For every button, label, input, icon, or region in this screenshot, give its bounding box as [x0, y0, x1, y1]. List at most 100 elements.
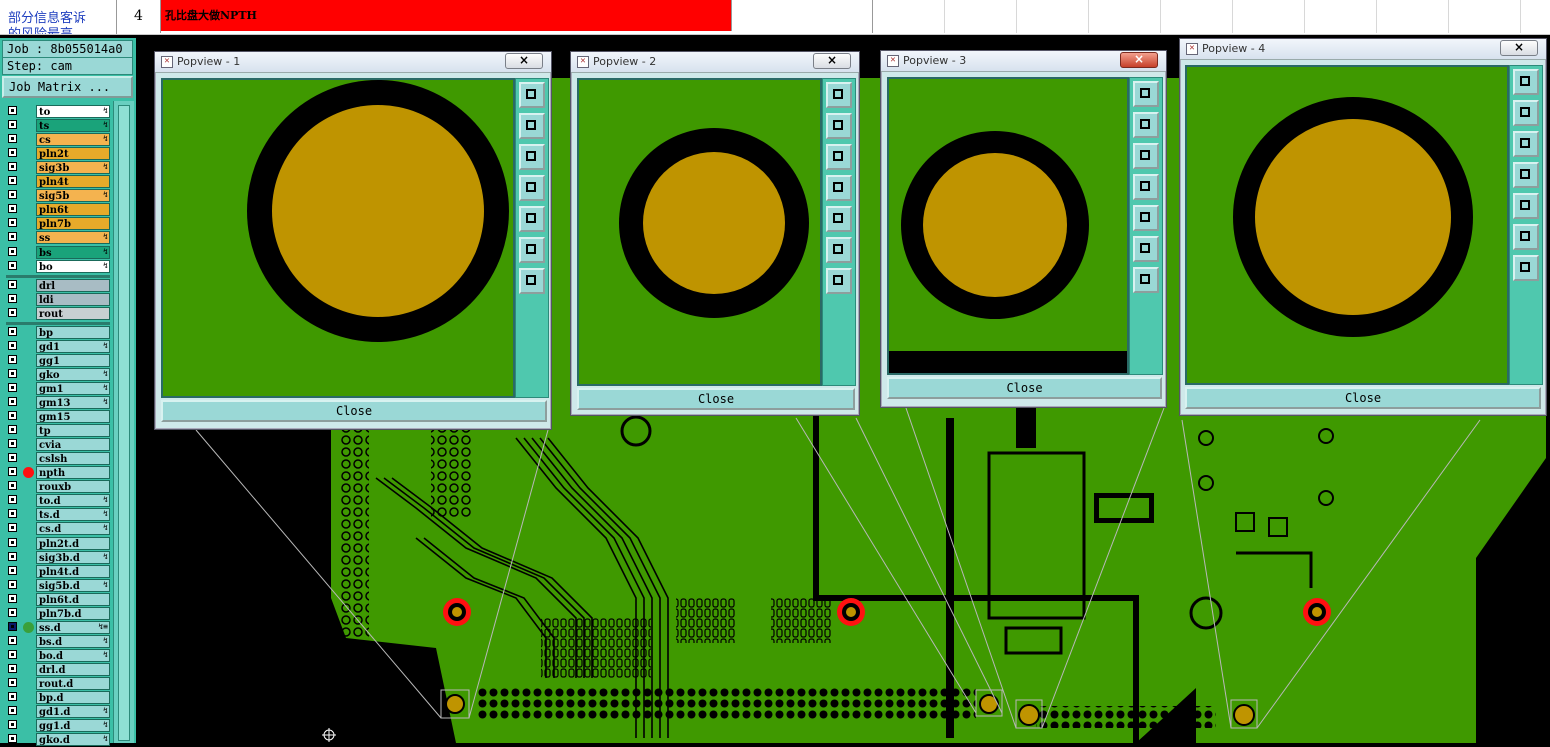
layer-checkbox[interactable]: [8, 354, 17, 364]
layer-row-pln7b-d[interactable]: pln7b.d: [6, 606, 110, 620]
zoom-in-icon[interactable]: [519, 237, 545, 263]
scrollbar-track[interactable]: [118, 105, 130, 741]
layer-row-cvia[interactable]: cvia: [6, 438, 110, 452]
layer-row-pln6t-d[interactable]: pln6t.d: [6, 592, 110, 606]
popview-3-titlebar[interactable]: ✕ Popview - 3 ×: [881, 51, 1166, 72]
zoom-out-icon[interactable]: [1513, 255, 1539, 281]
layer-row-ss-d[interactable]: ss.d ↯≡: [6, 620, 110, 634]
popview-1-titlebar[interactable]: ✕ Popview - 1 ×: [155, 52, 551, 73]
zoom-fit-icon[interactable]: [1133, 81, 1159, 107]
layer-checkbox[interactable]: [8, 720, 17, 730]
popview-1-close-x-button[interactable]: ×: [505, 53, 543, 69]
pan-up-icon[interactable]: [519, 113, 545, 139]
layer-checkbox[interactable]: [8, 293, 17, 303]
layer-row-gko[interactable]: gko ↯: [6, 367, 110, 381]
layer-checkbox[interactable]: [8, 326, 17, 336]
layer-row-bs-d[interactable]: bs.d ↯: [6, 634, 110, 648]
sheet-cell-blank[interactable]: [733, 0, 873, 33]
layer-checkbox[interactable]: [8, 551, 17, 561]
layer-checkbox[interactable]: [8, 260, 17, 270]
layer-row-rout-d[interactable]: rout.d: [6, 677, 110, 690]
layer-checkbox[interactable]: [8, 734, 17, 744]
layer-row-sig3b[interactable]: sig3b ↯: [6, 161, 110, 175]
layer-scrollbar[interactable]: [113, 101, 134, 743]
zoom-fit-icon[interactable]: [1513, 69, 1539, 95]
layer-checkbox[interactable]: [8, 279, 17, 289]
layer-row-ss[interactable]: ss ↯: [6, 231, 110, 245]
sheet-cell-note[interactable]: 部分信息客诉 的风险最高: [0, 0, 117, 34]
layer-row-gd1-d[interactable]: gd1.d ↯: [6, 705, 110, 719]
pan-left-icon[interactable]: [826, 175, 852, 201]
layer-checkbox[interactable]: [8, 120, 17, 130]
layer-row-cslsh[interactable]: cslsh: [6, 452, 110, 466]
pan-up-icon[interactable]: [1513, 100, 1539, 126]
layer-row-to-d[interactable]: to.d ↯: [6, 494, 110, 508]
layer-row-pln4t[interactable]: pln4t: [6, 175, 110, 189]
zoom-in-icon[interactable]: [826, 237, 852, 263]
popview-4-close-button[interactable]: Close: [1185, 387, 1541, 409]
layer-checkbox[interactable]: [8, 453, 17, 463]
layer-checkbox[interactable]: [8, 307, 17, 317]
zoom-fit-icon[interactable]: [519, 82, 545, 108]
layer-checkbox[interactable]: [8, 495, 17, 505]
layer-checkbox[interactable]: [8, 204, 17, 214]
layer-row-pln2t[interactable]: pln2t: [6, 147, 110, 161]
layer-row-gm15[interactable]: gm15: [6, 410, 110, 424]
layer-row-ts-d[interactable]: ts.d ↯: [6, 508, 110, 522]
pan-down-icon[interactable]: [1513, 131, 1539, 157]
popview-3-close-button[interactable]: Close: [887, 377, 1162, 399]
layer-checkbox[interactable]: [8, 439, 17, 449]
layer-row-npth[interactable]: npth: [6, 466, 110, 480]
sheet-cell[interactable]: [1089, 0, 1161, 33]
zoom-out-icon[interactable]: [826, 268, 852, 294]
sheet-cell[interactable]: [1305, 0, 1377, 33]
layer-checkbox[interactable]: [8, 148, 17, 158]
layer-row-drl-d[interactable]: drl.d: [6, 662, 110, 676]
layer-checkbox[interactable]: [8, 134, 17, 144]
layer-row-drl[interactable]: drl: [6, 278, 110, 292]
layer-row-pln2t-d[interactable]: pln2t.d: [6, 536, 110, 550]
layer-checkbox[interactable]: [8, 190, 17, 200]
layer-checkbox[interactable]: [8, 218, 17, 228]
popview-2-titlebar[interactable]: ✕ Popview - 2 ×: [571, 52, 859, 73]
layer-row-sig3b-d[interactable]: sig3b.d ↯: [6, 550, 110, 564]
pan-right-icon[interactable]: [1513, 193, 1539, 219]
layer-row-bo-d[interactable]: bo.d ↯: [6, 648, 110, 662]
layer-row-ts[interactable]: ts ↯: [6, 119, 110, 133]
sheet-cell[interactable]: [945, 0, 1017, 33]
layer-checkbox[interactable]: [8, 565, 17, 575]
layer-row-rouxb[interactable]: rouxb: [6, 480, 110, 494]
pan-right-icon[interactable]: [1133, 205, 1159, 231]
layer-checkbox[interactable]: [8, 232, 17, 242]
pan-down-icon[interactable]: [826, 144, 852, 170]
layer-row-gm13[interactable]: gm13 ↯: [6, 396, 110, 409]
layer-checkbox[interactable]: [8, 467, 17, 477]
zoom-out-icon[interactable]: [519, 268, 545, 294]
popview-4-view[interactable]: [1185, 65, 1509, 385]
layer-checkbox[interactable]: [8, 397, 17, 406]
sheet-cell[interactable]: [1449, 0, 1521, 33]
layer-checkbox[interactable]: [8, 635, 17, 645]
layer-checkbox[interactable]: [8, 579, 17, 589]
pan-left-icon[interactable]: [1513, 162, 1539, 188]
layer-checkbox[interactable]: [8, 649, 17, 659]
zoom-out-icon[interactable]: [1133, 267, 1159, 293]
popview-1-close-button[interactable]: Close: [161, 400, 547, 422]
sheet-cell[interactable]: [1233, 0, 1305, 33]
zoom-in-icon[interactable]: [1513, 224, 1539, 250]
popview-2-close-x-button[interactable]: ×: [813, 53, 851, 69]
sheet-cell[interactable]: [873, 0, 945, 33]
zoom-fit-icon[interactable]: [826, 82, 852, 108]
sheet-red-cell[interactable]: 孔比盘大做NPTH: [161, 0, 732, 31]
layer-checkbox[interactable]: [8, 481, 17, 491]
sheet-row-number[interactable]: 4: [117, 0, 161, 33]
pan-right-icon[interactable]: [826, 206, 852, 232]
pan-right-icon[interactable]: [519, 206, 545, 232]
layer-row-sig5b[interactable]: sig5b ↯: [6, 189, 110, 203]
layer-checkbox[interactable]: [8, 621, 17, 631]
layer-checkbox[interactable]: [8, 382, 17, 392]
layer-row-cs[interactable]: cs ↯: [6, 133, 110, 147]
layer-checkbox[interactable]: [8, 678, 17, 687]
layer-row-to[interactable]: to ↯: [6, 105, 110, 118]
popview-1-view[interactable]: [161, 78, 515, 398]
